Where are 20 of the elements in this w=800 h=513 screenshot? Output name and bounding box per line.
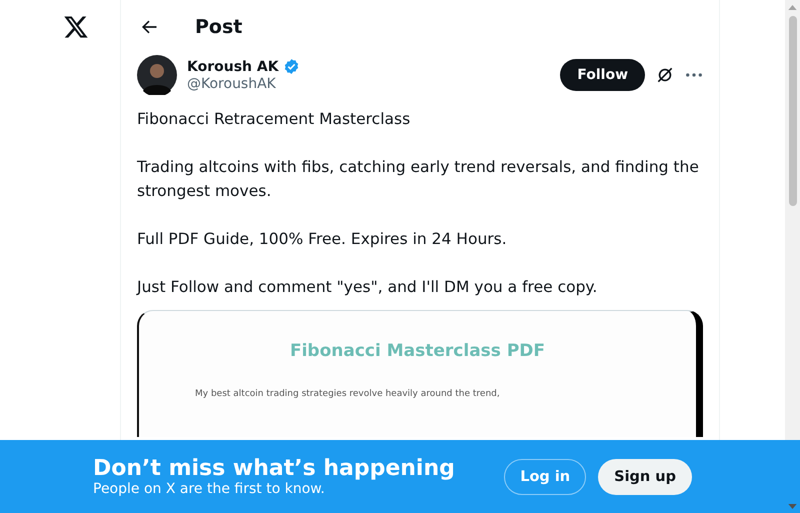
author-handle[interactable]: @KoroushAK <box>187 76 550 92</box>
post-text: Just Follow and comment "yes", and I'll DM you a free copy. <box>137 277 598 298</box>
author-name[interactable]: Koroush AK <box>187 58 279 74</box>
document-text: My best altcoin trading strategies revolve heavily around the trend, <box>195 389 500 399</box>
banner-headline: Don’t miss what’s happening <box>93 456 456 481</box>
signup-button[interactable]: Sign up <box>598 458 692 494</box>
scrollbar[interactable] <box>785 0 800 440</box>
banner-subtext: People on X are the first to know. <box>93 481 326 497</box>
document-image[interactable]: Fibonacci Masterclass PDF My best altcoin trading strategies revolve heavily around the trend, <box>137 310 703 437</box>
page-title: Post <box>195 16 242 38</box>
post-text: Trading altcoins with fibs, catching early trend reversals, and finding the strongest moves. <box>137 157 700 202</box>
x-logo-icon[interactable] <box>62 14 90 40</box>
post-text: Full PDF Guide, 100% Free. Expires in 24 Hours. <box>137 229 508 250</box>
post-text: Fibonacci Retracement Masterclass <box>137 109 412 130</box>
document-title: Fibonacci Masterclass PDF <box>290 341 546 361</box>
scroll-down-icon[interactable] <box>788 504 797 509</box>
avatar[interactable] <box>137 55 177 95</box>
more-icon[interactable] <box>685 72 703 78</box>
follow-button[interactable]: Follow <box>560 59 645 91</box>
scroll-thumb[interactable] <box>788 16 796 206</box>
